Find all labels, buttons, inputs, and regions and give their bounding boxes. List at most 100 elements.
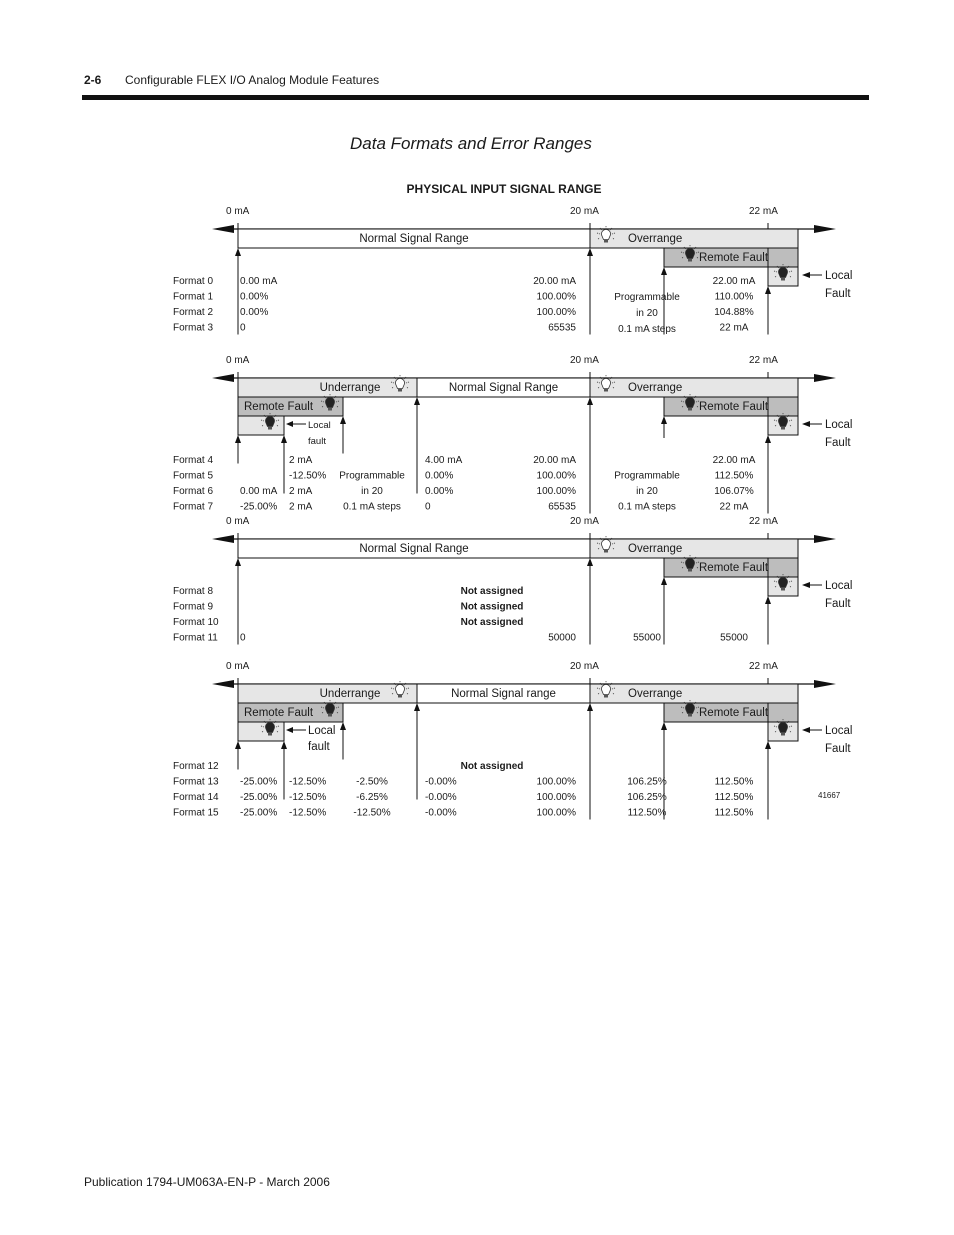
panel-3-arrow-normal-start-head	[414, 703, 420, 711]
panel-2-arrow-local-start-head	[765, 596, 771, 604]
panel-3-value-u_local_end: -12.50%	[289, 777, 326, 788]
panel-1-under-local-label-2: fault	[308, 436, 326, 447]
panel-0-axis-20ma: 20 mA	[570, 206, 599, 217]
panel-3-value-zero: -25.00%	[240, 792, 277, 803]
panel-1-value-normal_end: 20.00 mA	[533, 455, 576, 466]
panel-2-arrow-remote-start-head	[661, 577, 667, 585]
panel-2-axis-arrow-left	[212, 535, 234, 543]
panel-1-under-local-pointer-head	[286, 421, 293, 427]
panel-1-value-local_start: 112.50%	[715, 471, 754, 482]
panel-3-value-u_local_end: -12.50%	[289, 808, 326, 819]
panel-2-format-label: Format 9	[173, 602, 213, 613]
panel-0-local-pointer-head	[802, 272, 810, 278]
panel-0-value-normal_end: 20.00 mA	[533, 276, 576, 287]
panel-0-arrow-remote-start-head	[661, 267, 667, 275]
panel-3-axis-20ma: 20 mA	[570, 661, 599, 672]
panel-3-value-u_remote_end: -12.50%	[353, 808, 390, 819]
panel-3-value-remote_start: 106.25%	[627, 792, 667, 803]
panel-2-axis-0ma: 0 mA	[226, 516, 250, 527]
panel-0-format-label: Format 1	[173, 292, 213, 303]
panel-0-value-local_start: 22.00 mA	[713, 276, 756, 287]
panel-3-value-normal_start: -0.00%	[425, 808, 457, 819]
panel-3-under-local-label-2: fault	[308, 741, 331, 753]
panel-2-axis-20ma: 20 mA	[570, 516, 599, 527]
panel-1-value-u_local_end: 2 mA	[289, 455, 313, 466]
panel-3-value-local_start: 112.50%	[715, 808, 754, 819]
panel-1-value-u_local_end: 2 mA	[289, 486, 313, 497]
panel-3-value-u_remote_end: -2.50%	[356, 777, 388, 788]
panel-0-value-normal_end: 100.00%	[537, 292, 577, 303]
panel-1-underrange-label: Underrange	[320, 382, 381, 394]
panel-1-value-normal_start: 4.00 mA	[425, 455, 463, 466]
panel-1-arrow-normal-start-head	[414, 397, 420, 405]
panel-2-local-label-1: Local	[825, 580, 853, 592]
panel-3-overrange-band	[589, 683, 799, 704]
panel-1-value-normal_start: 0	[425, 502, 431, 513]
panel-1-value-normal_end: 65535	[548, 502, 576, 513]
panel-3-local-label-2: Fault	[825, 743, 851, 755]
panel-3-arrow-u-remote-head	[340, 722, 346, 730]
panel-3-value-u_local_end: -12.50%	[289, 792, 326, 803]
panel-3-value-local_start: 112.50%	[715, 792, 754, 803]
panel-1-overrange-label: Overrange	[628, 382, 682, 394]
panel-1-arrow-zero-head	[235, 435, 241, 443]
panel-0-axis-arrow-left	[212, 225, 234, 233]
panel-0-value-zero: 0.00%	[240, 292, 268, 303]
panel-1-remote-fault-label: Remote Fault	[699, 401, 769, 413]
panel-3-arrow-zero-head	[235, 741, 241, 749]
panel-3-format-label: Format 12	[173, 761, 219, 772]
diagram-subtitle: PHYSICAL INPUT SIGNAL RANGE	[407, 182, 602, 196]
panel-0-value-remote_start: 0.1 mA steps	[618, 324, 676, 335]
panel-1-value-zero: -25.00%	[240, 502, 277, 513]
panel-3-not-assigned: Not assigned	[461, 761, 524, 772]
panel-1-value-zero: 0.00 mA	[240, 486, 278, 497]
panel-2-local-pointer-head	[802, 582, 810, 588]
panel-1-value-u_local_end: -12.50%	[289, 471, 326, 482]
panel-1-value-local_start: 106.07%	[714, 486, 754, 497]
panel-3-value-zero: -25.00%	[240, 777, 277, 788]
panel-2-format-label: Format 11	[173, 633, 218, 644]
panel-3-local-pointer-head	[802, 727, 810, 733]
panel-1-format-label: Format 5	[173, 471, 213, 482]
panel-1-format-label: Format 4	[173, 455, 213, 466]
panel-2-value-zero: 0	[240, 633, 246, 644]
panel-2-format-label: Format 8	[173, 586, 213, 597]
panel-0-value-normal_end: 100.00%	[537, 307, 577, 318]
panel-0-overrange-band	[589, 228, 799, 249]
panel-3-overrange-label: Overrange	[628, 688, 682, 700]
panel-3-under-local-pointer-head	[286, 727, 293, 733]
panel-1-format-label: Format 7	[173, 502, 213, 513]
panel-3-value-zero: -25.00%	[240, 808, 277, 819]
panel-2-overrange-label: Overrange	[628, 543, 682, 555]
panel-0-value-local_start: 22 mA	[720, 323, 749, 334]
panel-0-axis-arrow-right	[814, 225, 836, 233]
panel-2-overrange-band	[589, 538, 799, 559]
panel-2-format-label: Format 10	[173, 617, 219, 628]
panel-1-value-normal_end: 100.00%	[537, 471, 577, 482]
panel-1-format-label: Format 6	[173, 486, 213, 497]
panel-3-axis-0ma: 0 mA	[226, 661, 250, 672]
panel-0-remote-fault-label: Remote Fault	[699, 252, 769, 264]
panel-1-under-local-label-1: Local	[308, 420, 331, 431]
panel-0-local-label-1: Local	[825, 270, 853, 282]
panel-2-axis-arrow-right	[814, 535, 836, 543]
panel-1-local-label-1: Local	[825, 419, 853, 431]
panel-2-value-local_start: 55000	[720, 633, 748, 644]
figure-id: 41667	[818, 791, 841, 800]
panel-3-axis-arrow-right	[814, 680, 836, 688]
panel-0-value-zero: 0.00 mA	[240, 276, 278, 287]
panel-0-value-normal_end: 65535	[548, 323, 576, 334]
panel-1-axis-arrow-left	[212, 374, 234, 382]
panel-1-under-remote-fault-label: Remote Fault	[244, 401, 314, 413]
panel-2-value-remote_start: 55000	[633, 633, 661, 644]
panel-1-value-local_start: 22 mA	[720, 502, 749, 513]
panel-3-local-label-1: Local	[825, 725, 853, 737]
panel-3-arrow-normal-end-head	[587, 703, 593, 711]
panel-1-overrange-band	[589, 377, 799, 398]
panel-0-format-label: Format 0	[173, 276, 213, 287]
panel-1-normal-label: Normal Signal Range	[449, 382, 558, 394]
panel-2-arrow-zero-head	[235, 558, 241, 566]
panel-0-value-zero: 0	[240, 323, 246, 334]
panel-3-value-normal_start: -0.00%	[425, 777, 457, 788]
signal-range-diagram: PHYSICAL INPUT SIGNAL RANGE 41667 0 mA 20…	[173, 182, 853, 820]
